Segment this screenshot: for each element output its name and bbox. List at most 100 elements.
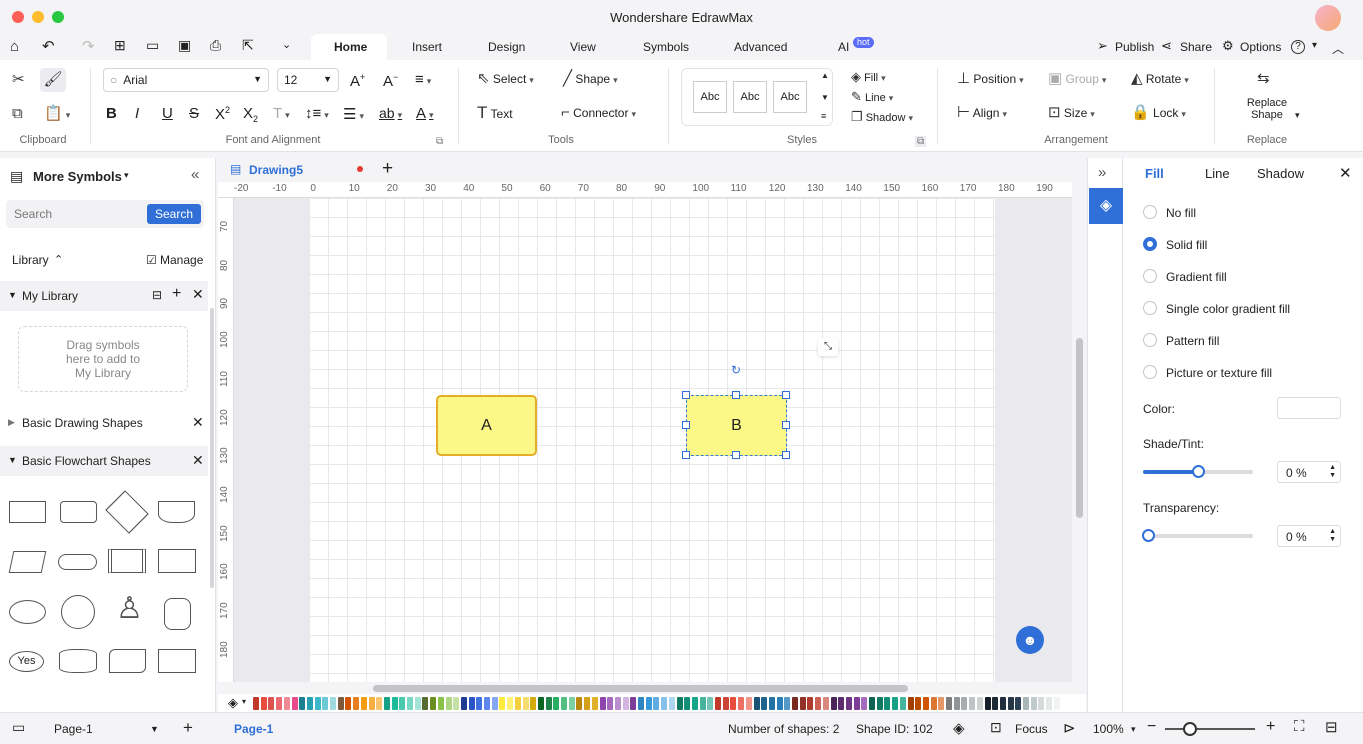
- palette-swatch[interactable]: [360, 697, 367, 710]
- palette-swatch[interactable]: [1030, 697, 1037, 710]
- copy-icon[interactable]: ⧉: [12, 106, 23, 121]
- palette-swatch[interactable]: [345, 697, 352, 710]
- palette-swatch[interactable]: [799, 697, 806, 710]
- shade-tint-input[interactable]: 0 % ▲ ▼: [1277, 461, 1341, 483]
- rotate-button[interactable]: ◭ Rotate ▾: [1131, 71, 1189, 86]
- tab-symbols[interactable]: Symbols: [643, 40, 689, 54]
- palette-swatch[interactable]: [661, 697, 668, 710]
- solid-fill-radio[interactable]: [1143, 237, 1157, 251]
- palette-swatch[interactable]: [460, 697, 467, 710]
- palette-swatch[interactable]: [961, 697, 968, 710]
- shade-tint-slider[interactable]: [1143, 465, 1253, 478]
- palette-swatch[interactable]: [268, 697, 275, 710]
- collapse-ribbon-icon[interactable]: ︿: [1332, 40, 1344, 57]
- palette-swatch[interactable]: [730, 697, 737, 710]
- stepper-icon[interactable]: ▲ ▼: [1329, 464, 1336, 480]
- canvas[interactable]: ⤡ ☻: [234, 198, 1072, 682]
- zoom-slider[interactable]: [1165, 728, 1255, 730]
- replace-shape-button[interactable]: Replace Shape: [1245, 97, 1289, 121]
- add-page-icon[interactable]: +: [183, 718, 193, 738]
- no-fill-radio[interactable]: [1143, 205, 1157, 219]
- expand-panel-icon[interactable]: »: [1098, 164, 1106, 181]
- palette-swatch[interactable]: [507, 697, 514, 710]
- palette-swatch[interactable]: [776, 697, 783, 710]
- zoom-out-icon[interactable]: −: [1147, 718, 1156, 736]
- superscript-icon[interactable]: X2: [215, 105, 230, 123]
- connector-tool-button[interactable]: ⌐ Connector ▾: [561, 105, 636, 120]
- palette-swatch[interactable]: [553, 697, 560, 710]
- page-selector[interactable]: Page-1: [54, 722, 93, 736]
- underline-icon[interactable]: U: [162, 105, 173, 122]
- align-button[interactable]: ⊢ Align ▾: [957, 105, 1007, 120]
- pattern-fill-radio[interactable]: [1143, 333, 1157, 347]
- palette-swatch[interactable]: [522, 697, 529, 710]
- palette-swatch[interactable]: [430, 697, 437, 710]
- internal-storage-shape[interactable]: [158, 649, 196, 673]
- palette-swatch[interactable]: [753, 697, 760, 710]
- share-button[interactable]: Share: [1180, 40, 1212, 54]
- close-icon[interactable]: ✕: [1339, 164, 1352, 182]
- strikethrough-icon[interactable]: S: [189, 105, 199, 122]
- line-button[interactable]: ✎ Line ▾: [851, 89, 893, 104]
- palette-swatch[interactable]: [576, 697, 583, 710]
- palette-swatch[interactable]: [976, 697, 983, 710]
- palette-swatch[interactable]: [537, 697, 544, 710]
- palette-swatch[interactable]: [830, 697, 837, 710]
- palette-swatch[interactable]: [422, 697, 429, 710]
- gallery-down-icon[interactable]: ▼: [821, 93, 829, 102]
- highlight-icon[interactable]: ab ▾: [379, 105, 402, 121]
- style-sample[interactable]: Abc: [733, 81, 767, 113]
- stepper-icon[interactable]: ▲ ▼: [1329, 528, 1336, 544]
- palette-swatch[interactable]: [984, 697, 991, 710]
- selection-handle[interactable]: [782, 391, 790, 399]
- palette-swatch[interactable]: [1046, 697, 1053, 710]
- tab-insert[interactable]: Insert: [412, 40, 442, 54]
- help-icon[interactable]: ?: [1291, 40, 1305, 54]
- format-painter-icon[interactable]: 🖌: [40, 68, 66, 92]
- palette-swatch[interactable]: [353, 697, 360, 710]
- palette-swatch[interactable]: [1038, 697, 1045, 710]
- tab-fill[interactable]: Fill: [1145, 166, 1164, 181]
- palette-swatch[interactable]: [676, 697, 683, 710]
- palette-swatch[interactable]: [607, 697, 614, 710]
- palette-swatch[interactable]: [822, 697, 829, 710]
- palette-swatch[interactable]: [383, 697, 390, 710]
- zoom-in-icon[interactable]: +: [1266, 718, 1275, 736]
- picture-fill-radio[interactable]: [1143, 365, 1157, 379]
- shape-a[interactable]: A: [436, 395, 537, 456]
- tab-line[interactable]: Line: [1205, 166, 1230, 181]
- add-document-icon[interactable]: +: [382, 158, 393, 180]
- fill-panel-icon[interactable]: ◈: [1089, 188, 1123, 224]
- shape-tool-button[interactable]: ╱ Shape ▾: [563, 71, 618, 86]
- palette-swatch[interactable]: [691, 697, 698, 710]
- italic-icon[interactable]: I: [135, 105, 139, 122]
- decrease-font-icon[interactable]: A−: [383, 72, 398, 90]
- palette-swatch[interactable]: [283, 697, 290, 710]
- palette-swatch[interactable]: [399, 697, 406, 710]
- palette-swatch[interactable]: [915, 697, 922, 710]
- text-align-icon[interactable]: ≡ ▾: [415, 71, 431, 88]
- font-color-icon[interactable]: A ▾: [416, 105, 434, 122]
- predefined-process-shape[interactable]: [108, 549, 146, 573]
- palette-swatch[interactable]: [938, 697, 945, 710]
- tab-shadow[interactable]: Shadow: [1257, 166, 1304, 181]
- palette-swatch[interactable]: [499, 697, 506, 710]
- size-button[interactable]: ⊡ Size ▾: [1048, 105, 1095, 120]
- font-dialog-launcher-icon[interactable]: ⧉: [436, 136, 443, 147]
- palette-swatch[interactable]: [407, 697, 413, 710]
- page-tab[interactable]: Page-1: [234, 722, 273, 736]
- font-size-select[interactable]: 12 ▼: [277, 68, 339, 92]
- more-icon[interactable]: ⌄: [282, 38, 291, 51]
- palette-swatch[interactable]: [476, 697, 483, 710]
- tab-design[interactable]: Design: [488, 40, 525, 54]
- palette-swatch[interactable]: [306, 697, 313, 710]
- fill-button[interactable]: ◈ Fill ▾: [851, 69, 886, 84]
- palette-swatch[interactable]: [276, 697, 283, 710]
- stored-data-shape[interactable]: [109, 649, 146, 673]
- text-tool-button[interactable]: T Text: [477, 104, 513, 121]
- lock-button[interactable]: 🔒 Lock ▾: [1131, 105, 1186, 120]
- palette-swatch[interactable]: [653, 697, 660, 710]
- increase-font-icon[interactable]: A+: [350, 72, 365, 90]
- font-family-select[interactable]: ○ Arial ▼: [103, 68, 269, 92]
- library-label[interactable]: Library: [12, 253, 49, 267]
